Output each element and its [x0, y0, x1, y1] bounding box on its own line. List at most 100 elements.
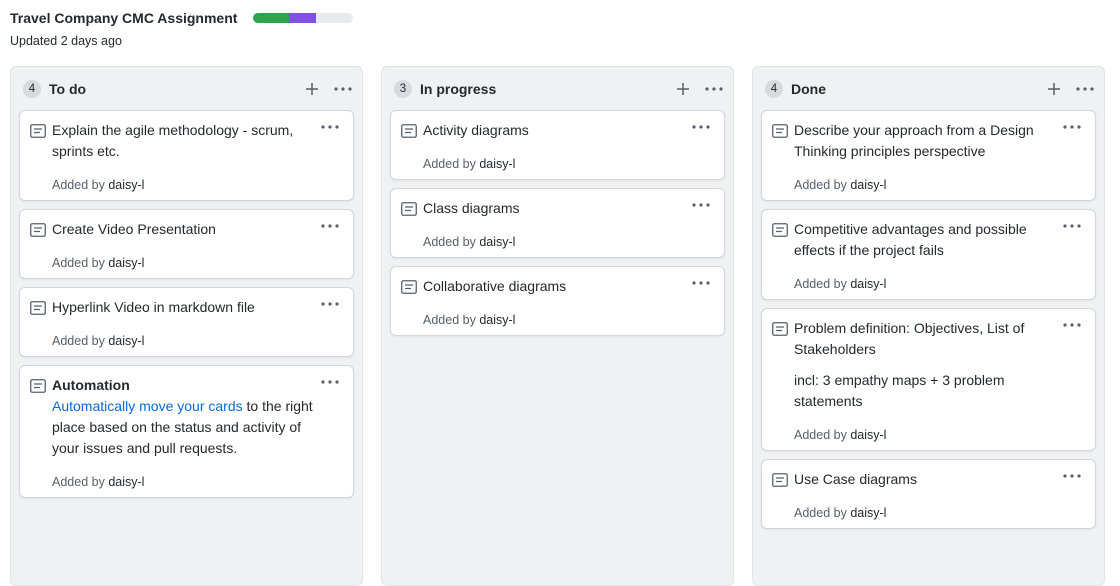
card-count-badge: 3 [394, 80, 412, 98]
progress-done-segment [253, 13, 290, 23]
added-by-user[interactable]: daisy-l [850, 277, 886, 291]
added-by-user[interactable]: daisy-l [479, 313, 515, 327]
card-explain-agile[interactable]: Explain the agile methodology - scrum, s… [19, 110, 354, 201]
card-menu-button[interactable] [1063, 318, 1081, 332]
added-by-user[interactable]: daisy-l [108, 256, 144, 270]
kebab-menu-icon [334, 87, 352, 91]
added-by: Added by daisy-l [52, 334, 145, 348]
note-icon [772, 473, 788, 487]
added-by: Added by daisy-l [794, 506, 887, 520]
kebab-menu-icon [1063, 323, 1081, 327]
card-menu-button[interactable] [1063, 219, 1081, 233]
card-menu-button[interactable] [692, 198, 710, 212]
card-menu-button[interactable] [1063, 469, 1081, 483]
added-by: Added by daisy-l [794, 178, 887, 192]
card-title: Automation [52, 377, 130, 393]
kebab-menu-icon [705, 87, 723, 91]
kebab-menu-icon [1063, 474, 1081, 478]
note-icon [772, 322, 788, 336]
column-menu-button[interactable] [1076, 81, 1094, 97]
card-use-case-diagrams[interactable]: Use Case diagrams Added by daisy-l [761, 459, 1096, 529]
column-title: In progress [420, 81, 497, 97]
note-icon [30, 301, 46, 315]
automation-link[interactable]: Automatically move your cards [52, 398, 243, 414]
column-menu-button[interactable] [705, 81, 723, 97]
card-title: Class diagrams [423, 200, 520, 216]
card-title: Activity diagrams [423, 122, 529, 138]
added-by-user[interactable]: daisy-l [108, 475, 144, 489]
note-icon [401, 124, 417, 138]
project-header: Travel Company CMC Assignment Updated 2 … [10, 9, 354, 48]
added-by: Added by daisy-l [52, 256, 145, 270]
add-card-button[interactable] [304, 81, 320, 97]
card-title: Hyperlink Video in markdown file [52, 299, 255, 315]
added-by: Added by daisy-l [423, 313, 516, 327]
card-menu-button[interactable] [321, 375, 339, 389]
note-icon [30, 379, 46, 393]
card-competitive-advantages[interactable]: Competitive advantages and possible effe… [761, 209, 1096, 300]
card-note: incl: 3 empathy maps + 3 problem stateme… [794, 372, 1005, 409]
card-menu-button[interactable] [692, 120, 710, 134]
kebab-menu-icon [321, 380, 339, 384]
kebab-menu-icon [321, 125, 339, 129]
column-title: Done [791, 81, 826, 97]
column-menu-button[interactable] [334, 81, 352, 97]
added-by: Added by daisy-l [52, 475, 145, 489]
kebab-menu-icon [321, 302, 339, 306]
card-create-video[interactable]: Create Video Presentation Added by daisy… [19, 209, 354, 279]
plus-icon [1048, 83, 1060, 95]
column-title: To do [49, 81, 87, 97]
column-header: 3 In progress [394, 79, 723, 99]
card-title: Competitive advantages and possible effe… [794, 221, 1027, 258]
added-by-user[interactable]: daisy-l [479, 157, 515, 171]
card-count-badge: 4 [765, 80, 783, 98]
added-by-user[interactable]: daisy-l [108, 178, 144, 192]
column-todo: 4 To do Explain the agile methodology - … [10, 66, 363, 586]
card-count-badge: 4 [23, 80, 41, 98]
card-collaborative-diagrams[interactable]: Collaborative diagrams Added by daisy-l [390, 266, 725, 336]
added-by-user[interactable]: daisy-l [850, 428, 886, 442]
added-by-user[interactable]: daisy-l [479, 235, 515, 249]
updated-timestamp: Updated 2 days ago [10, 34, 122, 48]
card-design-thinking[interactable]: Describe your approach from a Design Thi… [761, 110, 1096, 201]
plus-icon [677, 83, 689, 95]
card-activity-diagrams[interactable]: Activity diagrams Added by daisy-l [390, 110, 725, 180]
card-menu-button[interactable] [1063, 120, 1081, 134]
add-card-button[interactable] [675, 81, 691, 97]
added-by-user[interactable]: daisy-l [850, 178, 886, 192]
card-title: Use Case diagrams [794, 471, 917, 487]
added-by: Added by daisy-l [794, 428, 887, 442]
added-by-user[interactable]: daisy-l [850, 506, 886, 520]
kebab-menu-icon [692, 203, 710, 207]
note-icon [401, 202, 417, 216]
card-title: Problem definition: Objectives, List of … [794, 320, 1025, 357]
card-problem-definition[interactable]: Problem definition: Objectives, List of … [761, 308, 1096, 451]
card-hyperlink-video[interactable]: Hyperlink Video in markdown file Added b… [19, 287, 354, 357]
card-menu-button[interactable] [321, 297, 339, 311]
progress-in-progress-segment [289, 13, 317, 23]
card-menu-button[interactable] [321, 120, 339, 134]
card-class-diagrams[interactable]: Class diagrams Added by daisy-l [390, 188, 725, 258]
note-icon [772, 124, 788, 138]
kebab-menu-icon [692, 281, 710, 285]
card-description: Automatically move your cards to the rig… [52, 398, 313, 456]
kebab-menu-icon [321, 224, 339, 228]
added-by-user[interactable]: daisy-l [108, 334, 144, 348]
added-by: Added by daisy-l [423, 235, 516, 249]
plus-icon [306, 83, 318, 95]
card-menu-button[interactable] [692, 276, 710, 290]
add-card-button[interactable] [1046, 81, 1062, 97]
added-by: Added by daisy-l [423, 157, 516, 171]
project-progress-bar [253, 13, 354, 23]
column-header: 4 Done [765, 79, 1094, 99]
kebab-menu-icon [1063, 224, 1081, 228]
column-header: 4 To do [23, 79, 352, 99]
card-automation[interactable]: Automation Automatically move your cards… [19, 365, 354, 498]
card-menu-button[interactable] [321, 219, 339, 233]
column-in-progress: 3 In progress Activity diagrams Added by… [381, 66, 734, 586]
project-title: Travel Company CMC Assignment [10, 10, 238, 26]
card-title: Describe your approach from a Design Thi… [794, 122, 1034, 159]
note-icon [772, 223, 788, 237]
added-by: Added by daisy-l [52, 178, 145, 192]
added-by: Added by daisy-l [794, 277, 887, 291]
